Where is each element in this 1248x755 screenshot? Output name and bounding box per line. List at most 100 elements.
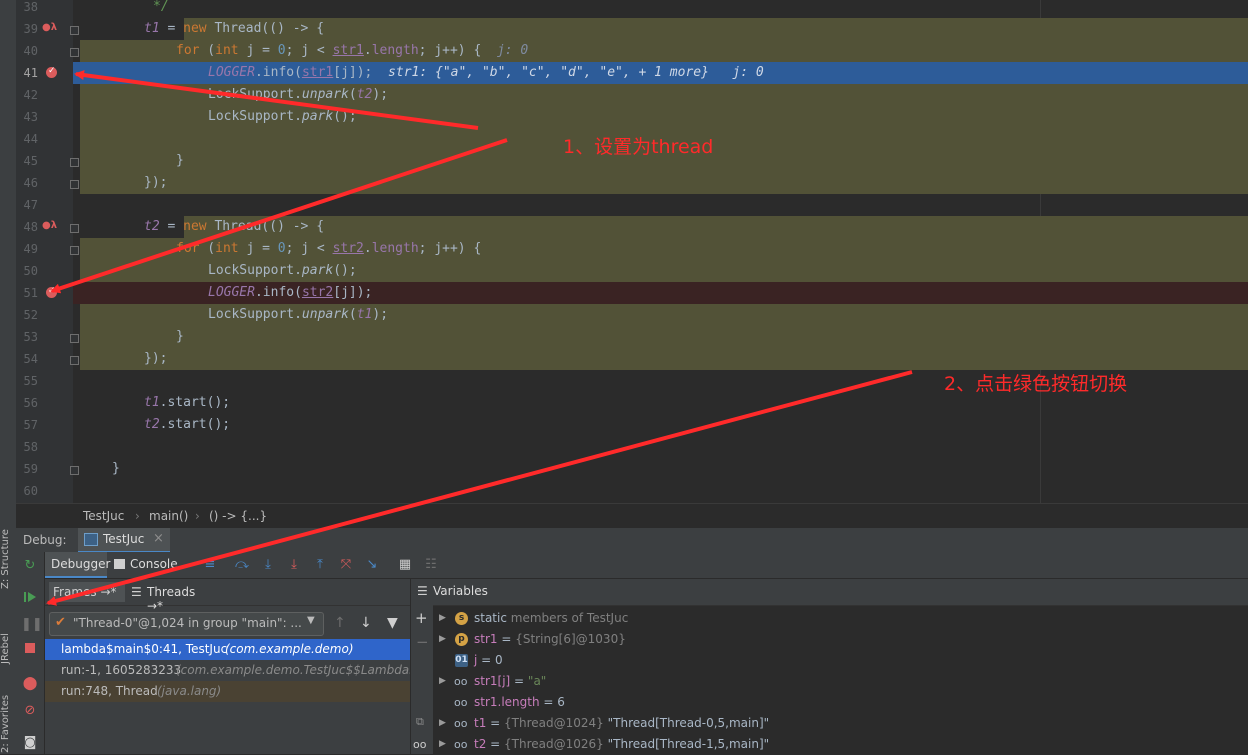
code-line-56: t1.start();	[144, 395, 231, 410]
debug-session-tab[interactable]: TestJuc ×	[78, 528, 170, 553]
frame-row[interactable]: run:748, Thread (java.lang)	[45, 681, 410, 702]
variable-row[interactable]: ▶ s static members of TestJuc	[433, 608, 1248, 629]
expand-icon[interactable]: ▶	[439, 734, 446, 755]
breadcrumb-item[interactable]: main()	[149, 509, 188, 523]
breakpoint-icon[interactable]: ✓	[46, 66, 57, 78]
step-out-icon[interactable]: ⤒	[311, 556, 329, 574]
fold-icon[interactable]	[70, 48, 79, 57]
view-breakpoints-icon[interactable]: ⬤	[21, 675, 39, 693]
variable-row[interactable]: ▶ p str1 = {String[6]@1030}	[433, 629, 1248, 650]
fold-icon[interactable]	[70, 466, 79, 475]
copy-icon[interactable]: ⧉	[416, 715, 424, 729]
tab-debugger[interactable]: Debugger	[45, 552, 110, 578]
line-number: 49	[23, 242, 38, 256]
resume-program-button[interactable]	[21, 590, 39, 608]
frames-panel-header: Frames →* ☰ Threads →*	[45, 579, 410, 613]
arrow-down-icon[interactable]: ↓	[360, 615, 372, 631]
code-line-49: for (int j = 0; j < str2.length; j++) {	[176, 241, 482, 256]
evaluate-expression-icon[interactable]: ▦	[396, 556, 414, 574]
show-execution-point-icon[interactable]: ≡	[201, 556, 219, 574]
line-number: 41	[23, 66, 38, 80]
code-editor[interactable]: 38 39 40 41 42 43 44 45 46 47 48 49 50 5…	[16, 0, 1248, 503]
line-number: 38	[23, 0, 38, 14]
add-watch-icon[interactable]: +	[415, 609, 428, 627]
expand-icon[interactable]: ▶	[439, 629, 446, 650]
trace-icon[interactable]: ☷	[422, 556, 440, 574]
fold-icon[interactable]	[70, 180, 79, 189]
variables-icon: ☰	[417, 584, 428, 598]
expand-icon[interactable]: ▶	[439, 671, 446, 692]
lambda-breakpoint-icon[interactable]: ●λ	[42, 22, 57, 33]
code-line-57: t2.start();	[144, 417, 231, 432]
code-line-38: */	[153, 0, 169, 14]
close-icon[interactable]: ×	[153, 531, 164, 546]
thread-selector-dropdown[interactable]: ✔ "Thread-0"@1,024 in group "main": ... …	[49, 612, 324, 636]
side-tab-jrebel[interactable]: JRebel	[0, 626, 16, 672]
tab-threads[interactable]: ☰ Threads →*	[131, 582, 211, 613]
breadcrumb-item[interactable]: TestJuc	[83, 509, 124, 523]
code-line-51: LOGGER.info(str2[j]);	[208, 285, 373, 300]
lambda-breakpoint-icon[interactable]: ●λ	[42, 220, 57, 231]
code-line-42: LockSupport.unpark(t2);	[208, 87, 389, 102]
tab-frames[interactable]: Frames →*	[49, 582, 125, 602]
variable-row[interactable]: ▶ oo str1[j] = "a"	[433, 671, 1248, 692]
drop-frame-icon[interactable]: ⤧	[337, 556, 355, 574]
code-line-52: LockSupport.unpark(t1);	[208, 307, 389, 322]
glasses-icon[interactable]: oo	[413, 738, 426, 751]
stop-icon	[25, 643, 35, 653]
filter-icon[interactable]: ▼	[387, 615, 398, 631]
debug-title: Debug:	[23, 533, 67, 547]
primitive-icon: 01	[455, 654, 468, 667]
force-step-into-icon[interactable]: ⤓	[285, 556, 303, 574]
variable-row[interactable]: ▶ oo t1 = {Thread@1024} "Thread[Thread-0…	[433, 713, 1248, 734]
inline-value-hint: str1: {"a", "b", "c", "d", "e", + 1 more…	[388, 65, 764, 80]
code-line-46: });	[144, 175, 168, 190]
side-tab-structure[interactable]: Z: Structure	[0, 528, 16, 590]
stop-button[interactable]	[21, 642, 39, 660]
watch-icon: oo	[454, 738, 468, 751]
annotation-step-2: 2、点击绿色按钮切换	[944, 373, 1128, 395]
frame-row[interactable]: lambda$main$0:41, TestJuc (com.example.d…	[45, 639, 410, 660]
fold-icon[interactable]	[70, 246, 79, 255]
line-number: 45	[23, 154, 38, 168]
tab-threads-label: Threads →*	[147, 585, 196, 613]
variable-row[interactable]: ▶ oo t2 = {Thread@1026} "Thread[Thread-1…	[433, 734, 1248, 755]
line-number: 59	[23, 462, 38, 476]
expand-icon[interactable]: ▶	[439, 608, 446, 629]
mute-breakpoints-icon[interactable]: ⊘	[21, 702, 39, 720]
frame-row[interactable]: run:-1, 1605283233 (com.example.demo.Tes…	[45, 660, 410, 681]
breakpoint-icon[interactable]: ✓	[46, 286, 57, 298]
step-over-icon[interactable]: ⤼	[233, 556, 251, 574]
code-line-59: }	[112, 461, 120, 476]
left-tool-strip: Z: Structure JRebel 2: Favorites	[0, 0, 17, 754]
resume-icon	[24, 592, 36, 602]
remove-watch-icon[interactable]: −	[416, 633, 429, 651]
line-number: 42	[23, 88, 38, 102]
variable-row[interactable]: 01 j = 0	[433, 650, 1248, 671]
fold-icon[interactable]	[70, 356, 79, 365]
side-tab-favorites[interactable]: 2: Favorites	[0, 694, 16, 754]
run-to-cursor-icon[interactable]: ↘	[363, 556, 381, 574]
check-icon: ✔	[55, 615, 66, 630]
fold-icon[interactable]	[70, 224, 79, 233]
fold-icon[interactable]	[70, 334, 79, 343]
code-line-45: }	[176, 153, 184, 168]
variable-row[interactable]: oo str1.length = 6	[433, 692, 1248, 713]
breadcrumb-item[interactable]: () -> {...}	[209, 509, 267, 523]
step-into-icon[interactable]: ⤓	[259, 556, 277, 574]
rerun-icon[interactable]: ↻	[21, 557, 39, 575]
annotation-step-1: 1、设置为thread	[563, 136, 714, 158]
pause-icon[interactable]: ❚❚	[21, 616, 43, 634]
tab-console[interactable]: Console	[112, 552, 192, 578]
line-number: 56	[23, 396, 38, 410]
fold-icon[interactable]	[70, 26, 79, 35]
line-number: 40	[23, 44, 38, 58]
line-number: 54	[23, 352, 38, 366]
fold-icon[interactable]	[70, 158, 79, 167]
camera-icon[interactable]: ◙	[21, 734, 39, 752]
arrow-up-icon[interactable]: ↑	[334, 615, 346, 631]
static-icon: s	[455, 612, 468, 625]
line-number: 50	[23, 264, 38, 278]
code-line-50: LockSupport.park();	[208, 263, 357, 278]
expand-icon[interactable]: ▶	[439, 713, 446, 734]
